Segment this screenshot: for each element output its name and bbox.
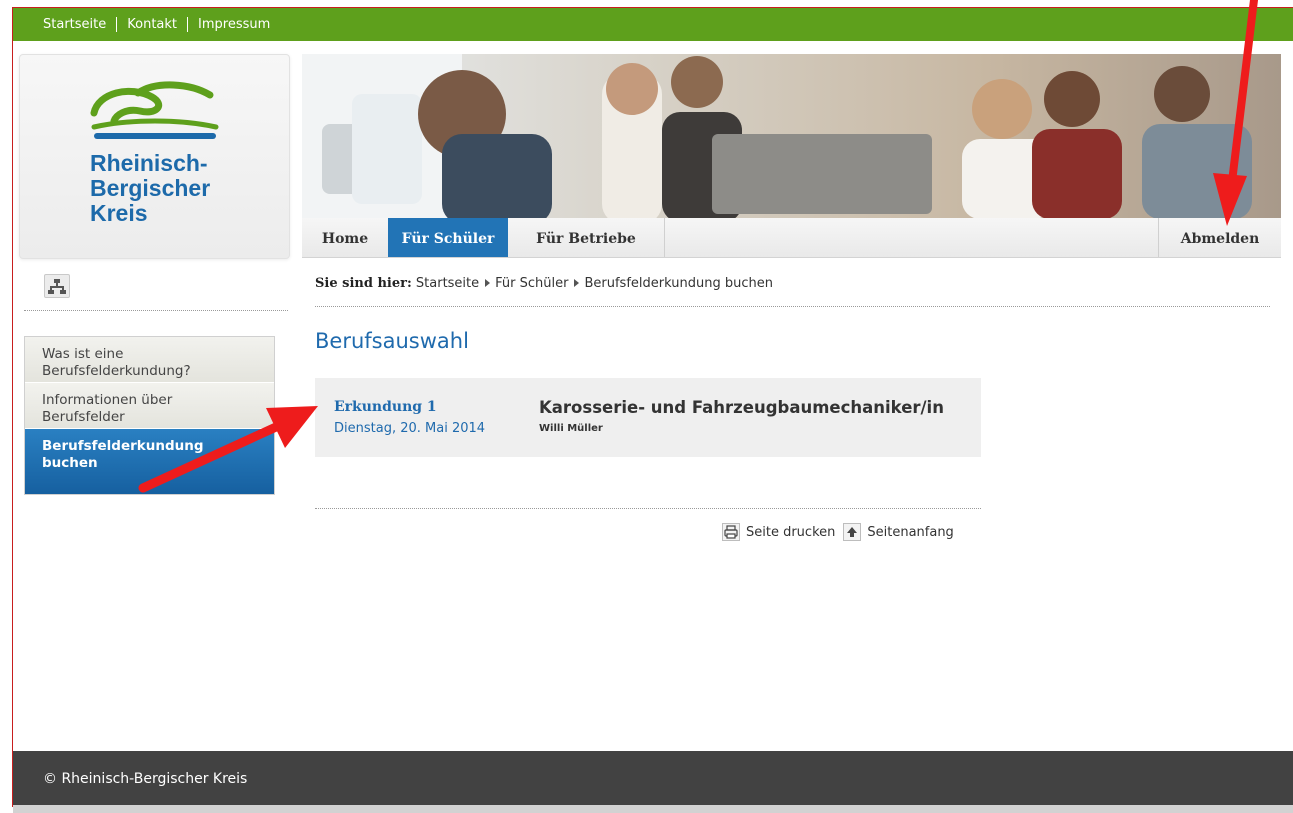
sidebar-item-was-ist[interactable]: Was ist eine Berufsfelderkundung? (25, 337, 274, 383)
sidebar-item-label: Informationen über (42, 392, 173, 408)
service-link-impressum[interactable]: Impressum (198, 17, 270, 32)
page-edge-line (12, 7, 13, 807)
breadcrumb-arrow-icon (574, 279, 580, 287)
logo-line: Kreis (90, 200, 148, 226)
breadcrumb-arrow-icon (485, 279, 491, 287)
nav-separator (664, 218, 665, 257)
page-tools: Seite drucken Seitenanfang (722, 523, 954, 541)
arrow-up-icon[interactable] (843, 523, 862, 541)
nav-home[interactable]: Home (302, 218, 388, 257)
breadcrumb-item-current: Berufsfelderkundung buchen (584, 276, 773, 291)
divider (24, 310, 288, 311)
breadcrumb-item-fuer-schueler[interactable]: Für Schüler (495, 276, 568, 291)
booking-label-link[interactable]: Erkundung 1 (334, 399, 437, 415)
booking-card: Erkundung 1 Dienstag, 20. Mai 2014 Karos… (315, 378, 981, 457)
sidebar-item-label: Was ist eine (42, 346, 124, 362)
logo[interactable]: Rheinisch- Bergischer Kreis (19, 54, 290, 259)
booking-contact-person: Willi Müller (539, 423, 603, 434)
booking-occupation-title: Karosserie- und Fahrzeugbaumechaniker/in (539, 398, 944, 417)
footer-bottom-strip (13, 805, 1293, 813)
sidebar-item-label: Berufsfelderkundung? (42, 363, 191, 379)
back-to-top-link[interactable]: Seitenanfang (867, 525, 953, 540)
service-links: Startseite Kontakt Impressum (43, 17, 270, 32)
booking-date: Dienstag, 20. Mai 2014 (334, 421, 486, 436)
page-title: Berufsauswahl (315, 329, 469, 353)
sidebar-item-buchen[interactable]: Berufsfelderkundung buchen (25, 429, 274, 494)
service-link-startseite[interactable]: Startseite (43, 17, 106, 32)
logo-line: Bergischer (90, 175, 211, 201)
service-link-kontakt[interactable]: Kontakt (127, 17, 177, 32)
divider (315, 306, 1270, 307)
footer-copyright: © Rheinisch-Bergischer Kreis (43, 771, 248, 787)
divider (315, 508, 981, 509)
nav-fuer-betriebe[interactable]: Für Betriebe (508, 218, 664, 257)
nav-fuer-schueler[interactable]: Für Schüler (388, 218, 508, 257)
sitemap-button[interactable] (44, 274, 70, 298)
sidebar-item-label: Berufsfelderkundung (42, 438, 204, 454)
side-navigation: Was ist eine Berufsfelderkundung? Inform… (24, 336, 275, 495)
main-navigation: Home Für Schüler Für Betriebe Abmelden (302, 218, 1281, 258)
breadcrumb-lead: Sie sind hier: (315, 276, 412, 291)
logo-mark-icon (90, 81, 219, 139)
sitemap-icon (48, 279, 66, 294)
print-icon[interactable] (722, 523, 740, 541)
service-bar: Startseite Kontakt Impressum (13, 7, 1293, 41)
footer: © Rheinisch-Bergischer Kreis (13, 751, 1293, 805)
nav-abmelden[interactable]: Abmelden (1159, 218, 1281, 257)
print-link[interactable]: Seite drucken (746, 525, 835, 540)
logo-text: Rheinisch- Bergischer Kreis (90, 151, 210, 226)
logo-line: Rheinisch- (90, 150, 208, 176)
breadcrumb-item-startseite[interactable]: Startseite (416, 276, 479, 291)
separator (116, 17, 118, 32)
breadcrumb: Sie sind hier: Startseite Für Schüler Beru… (315, 276, 773, 291)
sidebar-item-informationen[interactable]: Informationen über Berufsfelder (25, 383, 274, 429)
sidebar-item-label: buchen (42, 455, 98, 471)
sidebar-item-label: Berufsfelder (42, 409, 125, 425)
separator (187, 17, 189, 32)
hero-banner-image (302, 54, 1281, 218)
